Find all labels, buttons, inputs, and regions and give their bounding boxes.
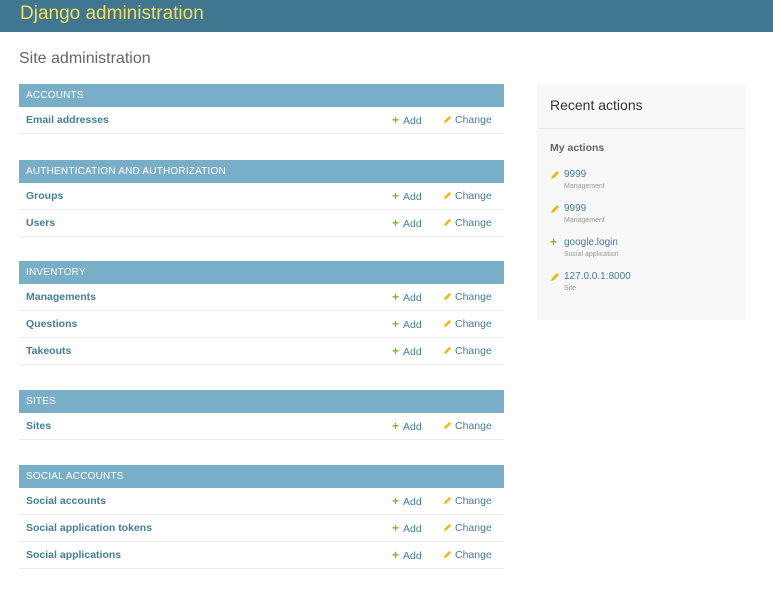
add-link[interactable]: + Add — [392, 542, 422, 569]
add-link[interactable]: + Add — [392, 284, 422, 311]
model-link-questions[interactable]: Questions — [26, 311, 77, 337]
change-link[interactable]: Change — [443, 107, 492, 133]
model-link-takeouts[interactable]: Takeouts — [26, 338, 71, 364]
header-bar: Django administration — [0, 0, 773, 32]
add-link[interactable]: + Add — [392, 107, 422, 134]
recent-action-link[interactable]: 127.0.0.1:8000 — [564, 271, 631, 282]
add-link[interactable]: + Add — [392, 338, 422, 365]
model-row: Social application tokens + Add Change — [19, 515, 504, 542]
recent-action-type: Management — [564, 183, 605, 190]
change-link[interactable]: Change — [443, 488, 492, 514]
pencil-icon — [443, 523, 452, 532]
model-link-email-addresses[interactable]: Email addresses — [26, 107, 109, 133]
model-link-social-application-tokens[interactable]: Social application tokens — [26, 515, 152, 541]
module-auth: AUTHENTICATION AND AUTHORIZATION Groups … — [19, 160, 504, 237]
pencil-icon — [551, 171, 559, 179]
plus-icon: + — [392, 113, 400, 127]
plus-icon: + — [392, 216, 400, 230]
model-row: Managements + Add Change — [19, 284, 504, 311]
pencil-icon — [443, 319, 452, 328]
module-caption[interactable]: SOCIAL ACCOUNTS — [19, 465, 504, 488]
plus-icon: + — [392, 189, 400, 203]
plus-icon: + — [392, 290, 400, 304]
model-row: Users + Add Change — [19, 210, 504, 237]
change-link[interactable]: Change — [443, 284, 492, 310]
plus-icon: + — [392, 419, 400, 433]
module-caption[interactable]: SITES — [19, 390, 504, 413]
module-social-accounts: SOCIAL ACCOUNTS Social accounts + Add Cha… — [19, 465, 504, 569]
pencil-icon — [443, 292, 452, 301]
plus-icon: + — [392, 548, 400, 562]
recent-action-type: Social application — [564, 251, 619, 258]
plus-icon: + — [392, 494, 400, 508]
recent-action-link[interactable]: 9999 — [564, 169, 586, 180]
plus-icon: + — [392, 344, 400, 358]
recent-actions-title: Recent actions — [550, 97, 643, 113]
change-link[interactable]: Change — [443, 311, 492, 337]
add-link[interactable]: + Add — [392, 413, 422, 440]
module-caption[interactable]: ACCOUNTS — [19, 84, 504, 107]
divider — [537, 128, 746, 129]
model-row: Social applications + Add Change — [19, 542, 504, 569]
module-sites: SITES Sites + Add Change — [19, 390, 504, 440]
plus-icon: + — [550, 235, 558, 249]
add-link[interactable]: + Add — [392, 183, 422, 210]
site-branding[interactable]: Django administration — [20, 3, 204, 25]
change-link[interactable]: Change — [443, 210, 492, 236]
plus-icon: + — [392, 521, 400, 535]
pencil-icon — [443, 496, 452, 505]
recent-action-type: Site — [564, 285, 577, 292]
module-inventory: INVENTORY Managements + Add Change Questi… — [19, 261, 504, 365]
module-accounts: ACCOUNTS Email addresses + Add Change — [19, 84, 504, 134]
model-row: Sites + Add Change — [19, 413, 504, 440]
change-link[interactable]: Change — [443, 515, 492, 541]
plus-icon: + — [392, 317, 400, 331]
model-row: Groups + Add Change — [19, 183, 504, 210]
module-caption[interactable]: AUTHENTICATION AND AUTHORIZATION — [19, 160, 504, 183]
add-link[interactable]: + Add — [392, 311, 422, 338]
model-link-managements[interactable]: Managements — [26, 284, 96, 310]
add-link[interactable]: + Add — [392, 515, 422, 542]
model-row: Questions + Add Change — [19, 311, 504, 338]
add-link[interactable]: + Add — [392, 488, 422, 515]
pencil-icon — [443, 218, 452, 227]
model-row: Takeouts + Add Change — [19, 338, 504, 365]
pencil-icon — [443, 346, 452, 355]
pencil-icon — [551, 205, 559, 213]
pencil-icon — [443, 421, 452, 430]
pencil-icon — [443, 550, 452, 559]
model-link-social-applications[interactable]: Social applications — [26, 542, 121, 568]
change-link[interactable]: Change — [443, 542, 492, 568]
pencil-icon — [443, 191, 452, 200]
model-link-social-accounts[interactable]: Social accounts — [26, 488, 106, 514]
model-link-users[interactable]: Users — [26, 210, 55, 236]
model-row: Email addresses + Add Change — [19, 107, 504, 134]
my-actions-title: My actions — [550, 142, 605, 154]
change-link[interactable]: Change — [443, 413, 492, 439]
pencil-icon — [443, 115, 452, 124]
change-link[interactable]: Change — [443, 183, 492, 209]
recent-action-type: Management — [564, 217, 605, 224]
recent-action-link[interactable]: 9999 — [564, 203, 586, 214]
recent-actions-panel: Recent actions My actions 9999 Managemen… — [537, 84, 746, 320]
change-link[interactable]: Change — [443, 338, 492, 364]
recent-action-link[interactable]: google.login — [564, 237, 618, 248]
model-row: Social accounts + Add Change — [19, 488, 504, 515]
page-title: Site administration — [19, 50, 151, 67]
pencil-icon — [551, 273, 559, 281]
model-link-sites[interactable]: Sites — [26, 413, 51, 439]
add-link[interactable]: + Add — [392, 210, 422, 237]
model-link-groups[interactable]: Groups — [26, 183, 63, 209]
module-caption[interactable]: INVENTORY — [19, 261, 504, 284]
